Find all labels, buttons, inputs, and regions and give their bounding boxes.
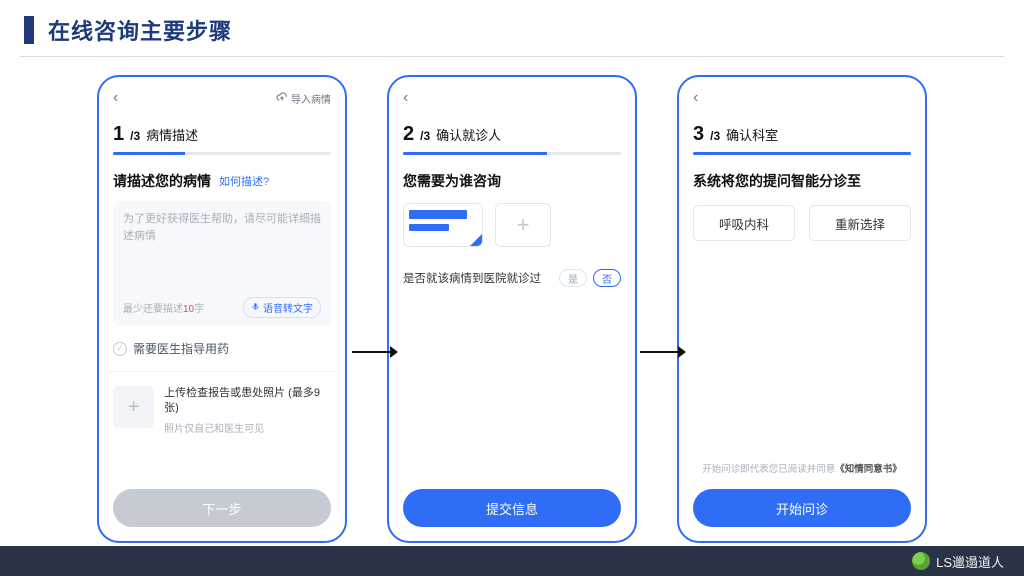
microphone-icon <box>251 302 260 314</box>
import-label: 导入病情 <box>291 91 331 106</box>
seg-yes[interactable]: 是 <box>559 269 587 287</box>
reselect-choice[interactable]: 重新选择 <box>809 205 911 241</box>
prior-visit-question: 是否就该病情到医院就诊过 <box>403 270 541 286</box>
voice-to-text-button[interactable]: 语音转文字 <box>243 297 321 318</box>
check-circle-icon <box>113 342 127 356</box>
step-current: 3 <box>693 123 704 146</box>
footer-brand-bar: LS邋遢道人 <box>0 546 1024 576</box>
step-label: 病情描述 <box>146 125 198 144</box>
need-med-label: 需要医生指导用药 <box>133 340 229 357</box>
step-total: /3 <box>130 129 140 143</box>
back-button[interactable]: ‹ <box>113 89 118 107</box>
upload-sub: 照片仅自己和医生可见 <box>164 420 331 435</box>
phone-step-2: ‹ 2 /3 确认就诊人 您需要为谁咨询 + 是否就该病情到医院就诊过 是 <box>387 75 637 543</box>
progress-track <box>693 152 911 155</box>
min-words-hint: 最少还要描述10字 <box>123 300 204 315</box>
submit-button[interactable]: 提交信息 <box>403 489 621 527</box>
progress-fill <box>693 152 911 155</box>
footer-brand: LS邋遢道人 <box>936 552 1004 571</box>
divider <box>109 371 335 372</box>
redacted-bar <box>409 210 467 219</box>
selected-corner-icon <box>469 233 483 247</box>
cloud-upload-icon <box>276 91 288 106</box>
consent-link[interactable]: 《知情同意书》 <box>835 464 902 475</box>
back-button[interactable]: ‹ <box>403 89 408 107</box>
phone-step-3: ‹ 3 /3 确认科室 系统将您的提问智能分诊至 呼吸内科 重新选择 开始问诊即… <box>677 75 927 543</box>
symptom-textarea[interactable]: 为了更好获得医生帮助，请尽可能详细描述病情 最少还要描述10字 语音转文字 <box>113 201 331 326</box>
how-to-describe-link[interactable]: 如何描述? <box>219 173 269 189</box>
upload-title: 上传检查报告或患处照片 (最多9张) <box>164 386 331 417</box>
title-accent-bar <box>24 16 34 44</box>
step-total: /3 <box>420 129 430 143</box>
seg-no[interactable]: 否 <box>593 269 621 287</box>
department-choice[interactable]: 呼吸内科 <box>693 205 795 241</box>
page-title: 在线咨询主要步骤 <box>48 14 232 46</box>
consent-text: 开始问诊即代表您已阅读并同意《知情同意书》 <box>693 461 911 475</box>
upload-photo-button[interactable]: + <box>113 386 154 428</box>
patient-card-selected[interactable] <box>403 203 483 247</box>
section-title: 请描述您的病情 <box>113 171 211 191</box>
progress-track <box>403 152 621 155</box>
step-total: /3 <box>710 129 720 143</box>
progress-fill <box>403 152 547 155</box>
next-step-button[interactable]: 下一步 <box>113 489 331 527</box>
wechat-logo-icon <box>912 552 930 570</box>
step-label: 确认科室 <box>726 125 778 144</box>
section-title: 系统将您的提问智能分诊至 <box>693 171 861 191</box>
progress-fill <box>113 152 185 155</box>
plus-icon: + <box>128 396 140 419</box>
section-title: 您需要为谁咨询 <box>403 171 501 191</box>
start-consult-button[interactable]: 开始问诊 <box>693 489 911 527</box>
add-patient-button[interactable]: + <box>495 203 551 247</box>
phone-step-1: ‹ 导入病情 1 /3 病情描述 请描述您的病情 如何描述? 为了更好获得医生帮 <box>97 75 347 543</box>
plus-icon: + <box>517 212 530 238</box>
progress-track <box>113 152 331 155</box>
redacted-bar <box>409 224 449 231</box>
textarea-placeholder: 为了更好获得医生帮助，请尽可能详细描述病情 <box>123 211 321 244</box>
import-condition-button[interactable]: 导入病情 <box>276 91 331 106</box>
step-label: 确认就诊人 <box>436 125 501 144</box>
step-current: 2 <box>403 123 414 146</box>
back-button[interactable]: ‹ <box>693 89 698 107</box>
step-current: 1 <box>113 123 124 146</box>
need-medication-checkbox[interactable]: 需要医生指导用药 <box>113 340 331 357</box>
